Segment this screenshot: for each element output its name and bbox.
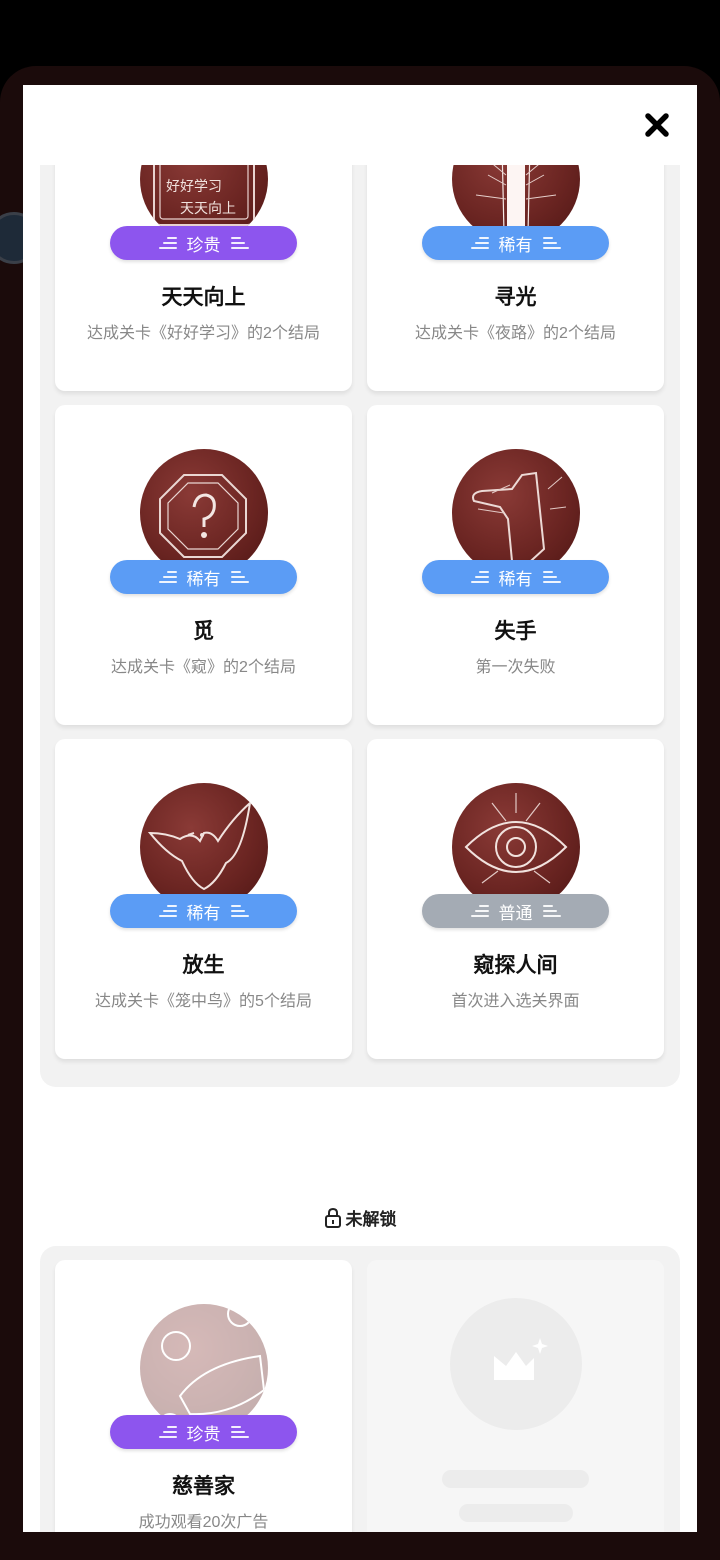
achievements-modal: 好好学习 天天向上 珍贵 天天向上 达成关卡《好好学习》的2个结局 稀有 寻光 … [23, 85, 697, 1532]
rarity-tag: 稀有 [110, 894, 297, 928]
medal-hand-icon [452, 449, 580, 577]
locked-label-text: 未解锁 [345, 1210, 397, 1229]
close-icon [645, 113, 669, 137]
achievement-desc: 达成关卡《好好学习》的2个结局 [87, 325, 320, 342]
medal-bird-icon [140, 783, 268, 911]
rarity-label: 稀有 [498, 569, 533, 589]
achievement-desc: 达成关卡《夜路》的2个结局 [415, 325, 616, 342]
achievement-title: 失手 [494, 620, 537, 643]
rarity-label: 珍贵 [186, 235, 221, 255]
achievement-card[interactable]: 好好学习 天天向上 珍贵 天天向上 达成关卡《好好学习》的2个结局 [55, 165, 352, 391]
achievement-desc: 达成关卡《笼中鸟》的5个结局 [95, 993, 312, 1010]
achievement-desc: 达成关卡《窥》的2个结局 [111, 659, 296, 676]
placeholder-desc-bar [459, 1504, 573, 1522]
crown-placeholder-icon [494, 1338, 548, 1380]
medal-search-icon [140, 449, 268, 577]
placeholder-title-bar [442, 1470, 589, 1488]
medal-charity-icon [140, 1304, 268, 1432]
locked-section-label: 未解锁 [23, 1205, 697, 1230]
rarity-tag: 珍贵 [110, 1415, 297, 1449]
rarity-tag: 珍贵 [110, 226, 297, 260]
rarity-tag: 普通 [422, 894, 609, 928]
achievement-card[interactable]: 稀有 觅 达成关卡《窥》的2个结局 [55, 405, 352, 725]
achievement-card[interactable]: 稀有 失手 第一次失败 [367, 405, 664, 725]
achievement-title: 窥探人间 [473, 954, 558, 977]
achievement-title: 天天向上 [161, 286, 246, 309]
rarity-label: 珍贵 [186, 1424, 221, 1444]
rarity-tag: 稀有 [422, 560, 609, 594]
rarity-label: 稀有 [498, 235, 533, 255]
svg-text:好好学习: 好好学习 [166, 179, 222, 195]
achievement-card[interactable]: 普通 窥探人间 首次进入选关界面 [367, 739, 664, 1059]
rarity-label: 普通 [498, 903, 533, 923]
svg-text:天天向上: 天天向上 [180, 201, 236, 217]
achievement-desc: 成功观看20次广告 [138, 1514, 269, 1531]
lock-icon [324, 1207, 341, 1228]
unlocked-panel: 好好学习 天天向上 珍贵 天天向上 达成关卡《好好学习》的2个结局 稀有 寻光 … [40, 165, 680, 1087]
achievement-card-locked[interactable]: 珍贵 慈善家 成功观看20次广告 [55, 1260, 352, 1532]
rarity-tag: 稀有 [110, 560, 297, 594]
achievement-desc: 第一次失败 [475, 659, 556, 676]
achievement-title: 觅 [193, 620, 214, 643]
rarity-label: 稀有 [186, 569, 221, 589]
placeholder-card [367, 1260, 664, 1532]
achievement-card[interactable]: 稀有 寻光 达成关卡《夜路》的2个结局 [367, 165, 664, 391]
achievement-title: 慈善家 [172, 1475, 235, 1498]
achievement-title: 放生 [182, 954, 225, 977]
rarity-tag: 稀有 [422, 226, 609, 260]
achievement-card[interactable]: 稀有 放生 达成关卡《笼中鸟》的5个结局 [55, 739, 352, 1059]
placeholder-medal [450, 1298, 582, 1430]
medal-eye-icon [452, 783, 580, 911]
rarity-label: 稀有 [186, 903, 221, 923]
locked-panel: 珍贵 慈善家 成功观看20次广告 [40, 1246, 680, 1532]
close-button[interactable] [641, 109, 673, 141]
achievement-desc: 首次进入选关界面 [451, 993, 580, 1010]
achievement-list[interactable]: 好好学习 天天向上 珍贵 天天向上 达成关卡《好好学习》的2个结局 稀有 寻光 … [23, 165, 697, 1532]
achievement-title: 寻光 [494, 286, 537, 309]
